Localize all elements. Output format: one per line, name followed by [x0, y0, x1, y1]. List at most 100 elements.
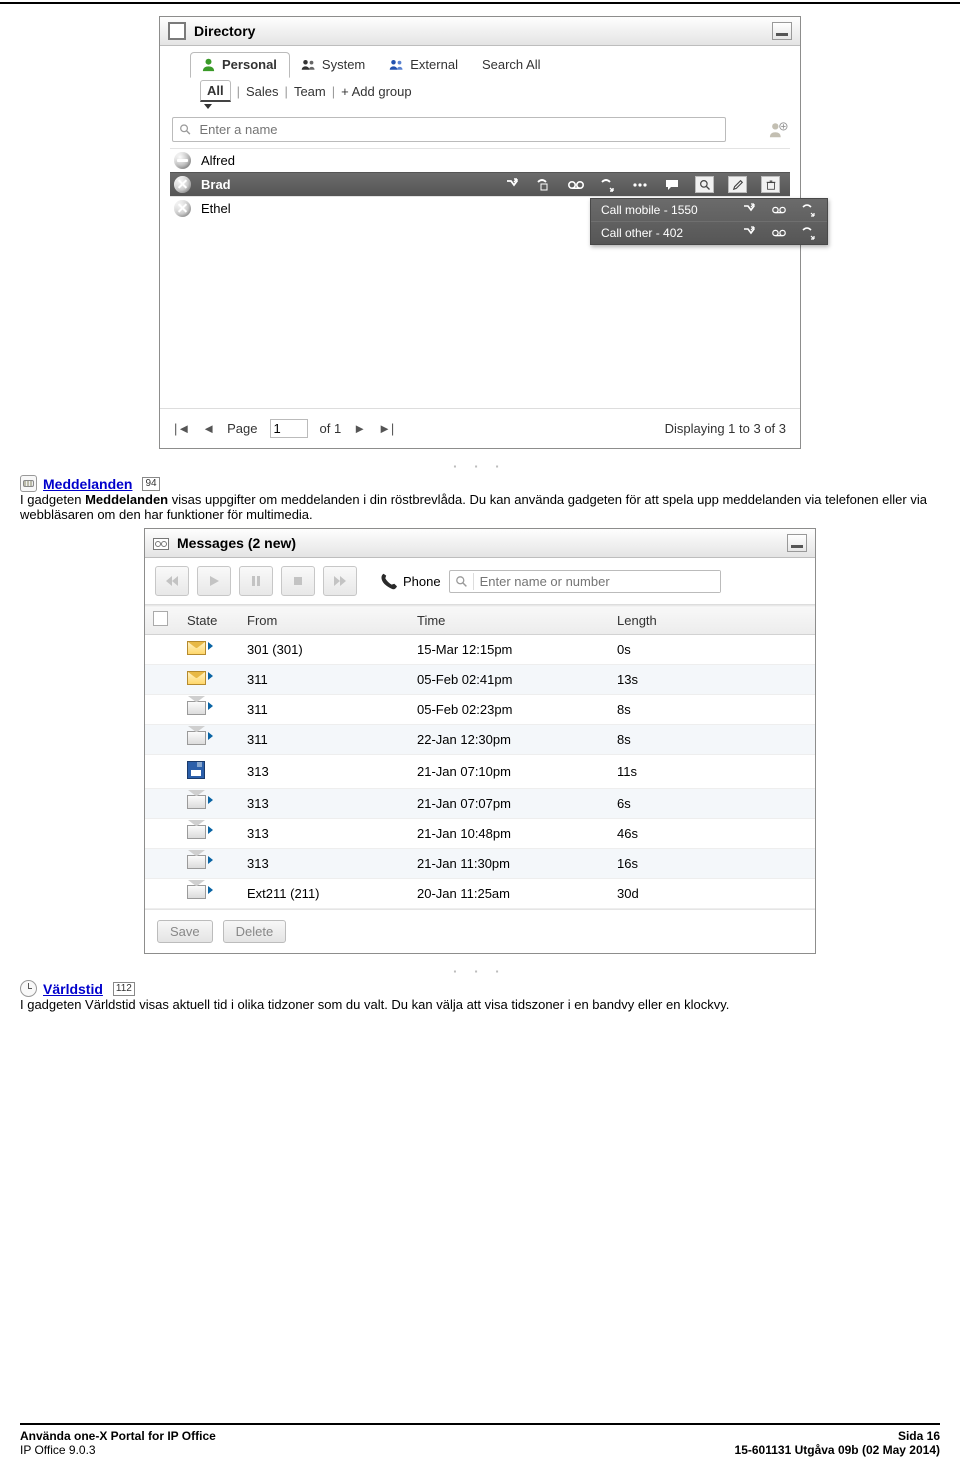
- directory-row[interactable]: Alfred: [170, 148, 790, 172]
- rewind-button[interactable]: [155, 566, 189, 596]
- contact-name: Brad: [201, 177, 231, 192]
- call-work-icon[interactable]: [535, 177, 553, 193]
- subtab-sales[interactable]: Sales: [246, 84, 279, 99]
- add-contact-icon[interactable]: [768, 121, 788, 139]
- message-row[interactable]: 31105-Feb 02:41pm13s: [145, 665, 815, 695]
- pause-button[interactable]: [239, 566, 273, 596]
- subtab-add-group[interactable]: + Add group: [341, 84, 412, 99]
- popout-row[interactable]: Call mobile - 1550: [591, 199, 827, 222]
- tape-icon: [20, 475, 37, 492]
- directory-search[interactable]: [172, 117, 726, 142]
- presence-offline-icon: [174, 200, 191, 217]
- read-message-icon: [187, 701, 207, 715]
- col-from[interactable]: From: [239, 606, 409, 635]
- voicemail-icon[interactable]: [567, 177, 585, 193]
- subtab-indicator: [204, 104, 800, 109]
- directory-titlebar: Directory: [160, 17, 800, 46]
- handset-icon: [379, 572, 397, 590]
- message-row[interactable]: Ext211 (211)20-Jan 11:25am30d: [145, 879, 815, 909]
- footer-page: Sida 16: [735, 1429, 940, 1443]
- play-button[interactable]: [197, 566, 231, 596]
- drag-handle-icon[interactable]: ▪ ▪ ▪: [420, 967, 540, 976]
- call-options-popout: Call mobile - 1550 Call other - 402: [590, 198, 828, 245]
- call-mobile-icon[interactable]: [599, 177, 617, 193]
- message-row[interactable]: 31122-Jan 12:30pm8s: [145, 725, 815, 755]
- message-row[interactable]: 31105-Feb 02:23pm8s: [145, 695, 815, 725]
- messages-search[interactable]: [449, 570, 721, 593]
- col-length[interactable]: Length: [609, 606, 815, 635]
- subtab-team[interactable]: Team: [294, 84, 326, 99]
- pager-last-icon[interactable]: ►|: [378, 421, 394, 436]
- msg-length: 8s: [609, 695, 815, 725]
- message-row[interactable]: 31321-Jan 07:07pm6s: [145, 789, 815, 819]
- select-all-cell[interactable]: [145, 606, 179, 635]
- minimize-button[interactable]: [772, 22, 792, 40]
- transfer-icon[interactable]: [801, 203, 817, 217]
- col-time[interactable]: Time: [409, 606, 609, 635]
- new-message-icon: [187, 641, 207, 655]
- more-options-icon[interactable]: [631, 177, 649, 193]
- read-message-icon: [187, 795, 207, 809]
- directory-pager: |◄ ◄ Page of 1 ► ►| Displaying 1 to 3 of…: [160, 408, 800, 448]
- save-button[interactable]: Save: [157, 920, 213, 943]
- tab-search-all[interactable]: Search All: [471, 52, 554, 78]
- msg-time: 20-Jan 11:25am: [409, 879, 609, 909]
- msg-length: 0s: [609, 635, 815, 665]
- call-icon[interactable]: [741, 203, 757, 217]
- pager-next-icon[interactable]: ►: [353, 421, 366, 436]
- message-row[interactable]: 301 (301)15-Mar 12:15pm0s: [145, 635, 815, 665]
- tab-external[interactable]: External: [378, 52, 471, 78]
- msg-length: 6s: [609, 789, 815, 819]
- forward-button[interactable]: [323, 566, 357, 596]
- call-icon[interactable]: [503, 177, 521, 193]
- directory-row-selected[interactable]: Brad: [170, 172, 790, 196]
- directory-search-input[interactable]: [197, 121, 719, 138]
- delete-button[interactable]: [761, 176, 780, 193]
- msg-from: 313: [239, 819, 409, 849]
- message-row[interactable]: 31321-Jan 10:48pm46s: [145, 819, 815, 849]
- phone-label: Phone: [403, 574, 441, 589]
- subtab-all[interactable]: All: [200, 80, 231, 102]
- popout-row[interactable]: Call other - 402: [591, 222, 827, 244]
- voicemail-icon[interactable]: [771, 203, 787, 217]
- msg-length: 46s: [609, 819, 815, 849]
- messages-search-input[interactable]: [474, 571, 720, 592]
- varldstid-link[interactable]: Världstid: [43, 981, 103, 997]
- contact-name: Alfred: [201, 153, 235, 168]
- checkbox-icon[interactable]: [153, 611, 168, 626]
- stop-button[interactable]: [281, 566, 315, 596]
- pager-first-icon[interactable]: |◄: [174, 421, 190, 436]
- msg-from: 313: [239, 849, 409, 879]
- drag-handle-icon[interactable]: ▪ ▪ ▪: [420, 462, 540, 471]
- msg-from: 301 (301): [239, 635, 409, 665]
- pager-page-input[interactable]: [270, 419, 308, 438]
- page-footer: Använda one-X Portal for IP Office IP Of…: [20, 1423, 940, 1457]
- delete-button[interactable]: Delete: [223, 920, 287, 943]
- minimize-button[interactable]: [787, 534, 807, 552]
- meddelanden-link[interactable]: Meddelanden: [43, 476, 132, 492]
- meddelanden-paragraph: I gadgeten Meddelanden visas uppgifter o…: [20, 492, 930, 522]
- msg-time: 21-Jan 07:10pm: [409, 755, 609, 789]
- chat-icon[interactable]: [663, 177, 681, 193]
- messages-titlebar: Messages (2 new): [145, 529, 815, 558]
- col-state[interactable]: State: [179, 606, 239, 635]
- transfer-icon[interactable]: [801, 226, 817, 240]
- voicemail-icon[interactable]: [771, 226, 787, 240]
- details-button[interactable]: [695, 176, 714, 193]
- call-icon[interactable]: [741, 226, 757, 240]
- pager-prev-icon[interactable]: ◄: [202, 421, 215, 436]
- message-row[interactable]: 31321-Jan 11:30pm16s: [145, 849, 815, 879]
- msg-from: Ext211 (211): [239, 879, 409, 909]
- tab-personal[interactable]: Personal: [190, 52, 290, 78]
- msg-time: 15-Mar 12:15pm: [409, 635, 609, 665]
- presence-offline-icon: [174, 176, 191, 193]
- messages-footer: Save Delete: [145, 909, 815, 953]
- message-row[interactable]: 31321-Jan 07:10pm11s: [145, 755, 815, 789]
- tab-personal-label: Personal: [222, 57, 277, 72]
- tab-system[interactable]: System: [290, 52, 378, 78]
- read-message-icon: [187, 885, 207, 899]
- msg-time: 05-Feb 02:41pm: [409, 665, 609, 695]
- msg-from: 313: [239, 755, 409, 789]
- search-icon: [179, 123, 191, 136]
- edit-button[interactable]: [728, 176, 747, 193]
